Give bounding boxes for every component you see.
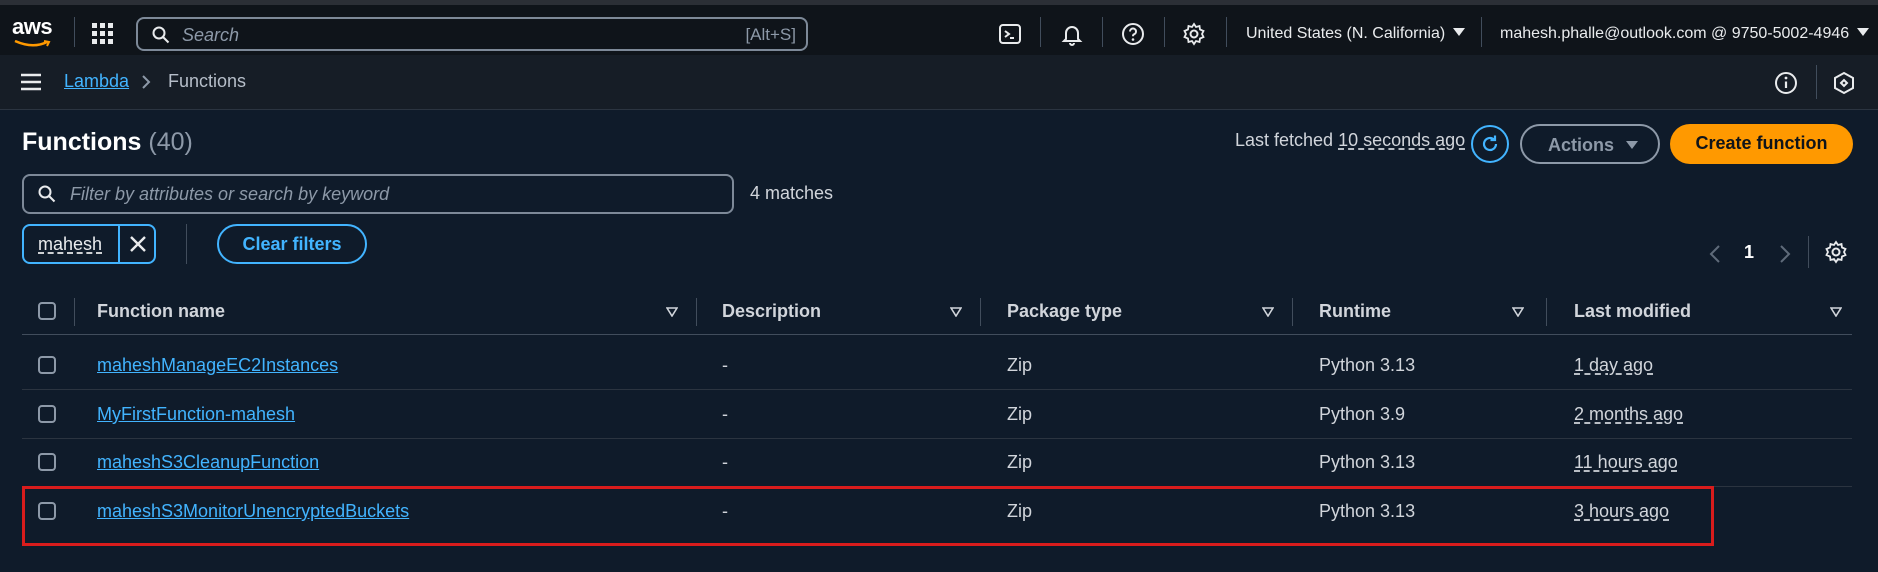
hexagon-panel-icon[interactable] (1832, 71, 1856, 95)
page-number[interactable]: 1 (1744, 242, 1754, 263)
caret-down-icon (1453, 28, 1466, 36)
table-row[interactable]: maheshManageEC2Instances - Zip Python 3.… (22, 341, 1852, 390)
breadcrumb-current: Functions (168, 71, 247, 91)
account-label: mahesh.phalle@outlook.com @ 9750-5002-49… (1500, 25, 1850, 42)
highlight-annotation-box (22, 486, 1714, 546)
caret-down-icon (1626, 141, 1639, 149)
divider (118, 226, 120, 262)
function-name-link[interactable]: maheshManageEC2Instances (97, 355, 338, 376)
description-cell: - (722, 404, 728, 424)
chevron-right-icon (142, 75, 151, 89)
region-label: United States (N. California) (1246, 25, 1446, 42)
help-icon[interactable] (1121, 22, 1145, 46)
table-row[interactable]: maheshS3CleanupFunction - Zip Python 3.1… (22, 438, 1852, 487)
breadcrumb-bar: Lambda Functions (0, 55, 1878, 110)
divider (1040, 17, 1041, 47)
divider (1226, 17, 1227, 47)
column-header-last-modified[interactable]: Last modified (1574, 301, 1691, 322)
table-row[interactable]: MyFirstFunction-mahesh - Zip Python 3.9 … (22, 390, 1852, 439)
last-modified-cell: 2 months ago (1574, 404, 1684, 424)
page-title-text: Functions (22, 128, 142, 156)
divider (1816, 65, 1817, 99)
column-header-function-name[interactable]: Function name (97, 301, 225, 322)
page-title: Functions (40) (22, 128, 193, 157)
caret-down-icon (1857, 28, 1870, 36)
table-settings-gear-icon[interactable] (1824, 240, 1848, 264)
settings-gear-icon[interactable] (1182, 22, 1206, 46)
filter-input[interactable]: Filter by attributes or search by keywor… (22, 174, 734, 214)
divider (1102, 17, 1103, 47)
last-modified-cell: 11 hours ago (1574, 452, 1678, 472)
divider (696, 298, 697, 326)
search-icon (38, 185, 56, 203)
runtime-cell: Python 3.13 (1319, 355, 1416, 375)
sort-icon[interactable] (1830, 307, 1842, 317)
divider (74, 298, 75, 326)
divider (74, 17, 75, 47)
search-shortcut: [Alt+S] (745, 25, 796, 44)
divider (1164, 17, 1165, 47)
notifications-bell-icon[interactable] (1060, 22, 1084, 46)
services-grid-icon[interactable] (92, 23, 114, 45)
sort-icon[interactable] (1262, 307, 1274, 317)
info-icon[interactable] (1774, 71, 1798, 95)
chevron-left-icon[interactable] (1708, 244, 1722, 264)
divider (980, 298, 981, 326)
chevron-right-icon[interactable] (1778, 244, 1792, 264)
divider (1808, 236, 1809, 268)
runtime-cell: Python 3.9 (1319, 404, 1406, 424)
row-checkbox[interactable] (38, 453, 56, 471)
aws-smile-icon (14, 40, 51, 47)
clear-filters-button[interactable]: Clear filters (217, 224, 367, 264)
column-header-runtime[interactable]: Runtime (1319, 301, 1391, 322)
refresh-icon (1482, 135, 1498, 152)
description-cell: - (722, 452, 728, 472)
search-placeholder: Search (182, 25, 240, 45)
column-header-description[interactable]: Description (722, 301, 821, 322)
divider (1546, 298, 1547, 326)
last-fetched-label: Last fetched (1235, 130, 1334, 150)
select-all-checkbox[interactable] (38, 302, 56, 320)
menu-hamburger-icon[interactable] (20, 73, 42, 91)
cloudshell-icon[interactable] (998, 22, 1022, 46)
function-count: (40) (148, 128, 193, 156)
sort-icon[interactable] (1512, 307, 1524, 317)
create-function-button[interactable]: Create function (1670, 124, 1853, 164)
top-navigation-bar: aws Search [Alt+S] United States (N. Cal… (0, 0, 1878, 55)
filter-token-label: mahesh (38, 234, 103, 254)
runtime-cell: Python 3.13 (1319, 452, 1416, 472)
last-fetched-value: 10 seconds ago (1338, 130, 1466, 150)
region-selector[interactable]: United States (N. California) (1246, 25, 1466, 43)
global-search-input[interactable]: Search [Alt+S] (136, 17, 808, 51)
last-modified-cell: 1 day ago (1574, 355, 1654, 375)
close-icon[interactable] (128, 234, 148, 254)
aws-logo[interactable]: aws (12, 14, 56, 48)
column-header-package-type[interactable]: Package type (1007, 301, 1122, 322)
search-icon (152, 26, 170, 44)
actions-label: Actions (1548, 135, 1615, 155)
function-name-link[interactable]: MyFirstFunction-mahesh (97, 404, 295, 425)
function-name-link[interactable]: maheshS3CleanupFunction (97, 452, 319, 473)
divider (1481, 17, 1482, 47)
row-checkbox[interactable] (38, 405, 56, 423)
refresh-button[interactable] (1471, 125, 1509, 163)
divider (1292, 298, 1293, 326)
package-type-cell: Zip (1007, 355, 1033, 375)
package-type-cell: Zip (1007, 452, 1033, 472)
description-cell: - (722, 355, 728, 375)
sort-icon[interactable] (950, 307, 962, 317)
match-count: 4 matches (750, 183, 834, 203)
package-type-cell: Zip (1007, 404, 1033, 424)
filter-placeholder: Filter by attributes or search by keywor… (70, 184, 390, 204)
account-menu[interactable]: mahesh.phalle@outlook.com @ 9750-5002-49… (1500, 25, 1870, 43)
breadcrumb-lambda-link[interactable]: Lambda (64, 71, 129, 92)
table-header: Function name Description Package type R… (22, 290, 1852, 335)
actions-dropdown-button[interactable]: Actions (1520, 124, 1660, 164)
filter-token[interactable]: mahesh (22, 224, 156, 264)
aws-logo-text: aws (12, 14, 53, 39)
last-fetched: Last fetched 10 seconds ago (1235, 130, 1465, 151)
divider (186, 224, 187, 264)
sort-icon[interactable] (666, 307, 678, 317)
row-checkbox[interactable] (38, 356, 56, 374)
